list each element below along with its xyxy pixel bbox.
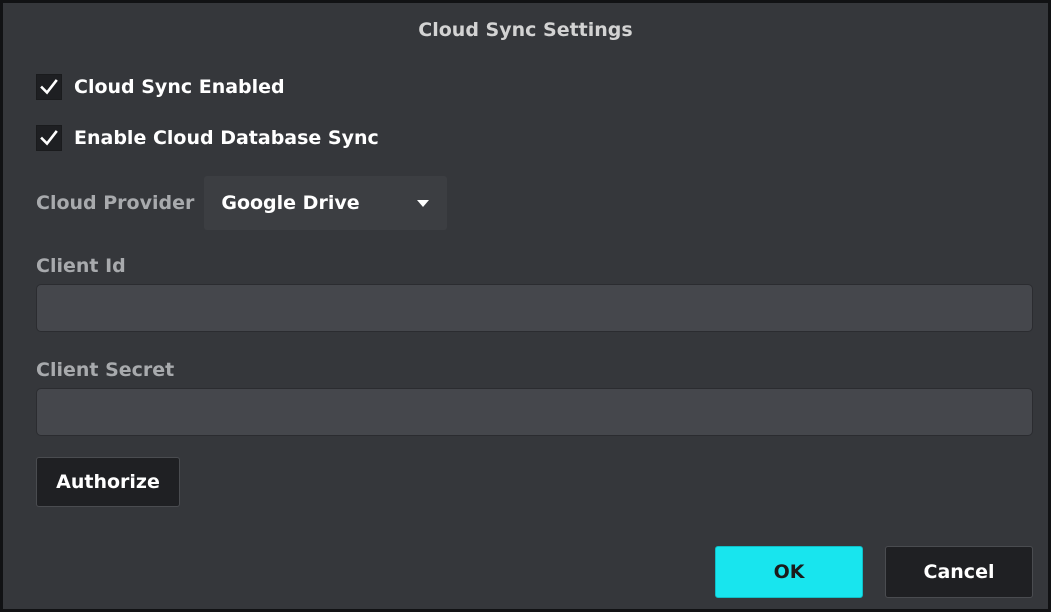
client-secret-label: Client Secret <box>36 359 175 381</box>
cloud-db-sync-label: Enable Cloud Database Sync <box>74 127 379 149</box>
client-id-input[interactable] <box>36 284 1033 332</box>
client-id-label: Client Id <box>36 255 126 277</box>
check-icon <box>40 79 58 95</box>
cancel-button[interactable]: Cancel <box>885 546 1033 598</box>
cloud-db-sync-checkbox[interactable] <box>36 125 62 151</box>
cloud-provider-select[interactable]: Google Drive <box>204 176 448 230</box>
cloud-sync-settings-dialog: Cloud Sync Settings Cloud Sync Enabled E… <box>0 0 1051 612</box>
cloud-sync-enabled-checkbox[interactable] <box>36 74 62 100</box>
cloud-provider-label: Cloud Provider <box>36 192 195 214</box>
client-secret-input[interactable] <box>36 388 1033 436</box>
check-icon <box>40 130 58 146</box>
cloud-sync-enabled-label: Cloud Sync Enabled <box>74 76 285 98</box>
ok-button[interactable]: OK <box>715 546 863 598</box>
chevron-down-icon <box>417 199 430 207</box>
cloud-sync-enabled-option[interactable]: Cloud Sync Enabled <box>36 74 285 100</box>
dialog-title: Cloud Sync Settings <box>418 19 633 41</box>
cloud-provider-row: Cloud Provider Google Drive <box>36 176 448 230</box>
cloud-provider-value: Google Drive <box>221 192 360 214</box>
cloud-db-sync-option[interactable]: Enable Cloud Database Sync <box>36 125 379 151</box>
authorize-button[interactable]: Authorize <box>36 457 180 507</box>
